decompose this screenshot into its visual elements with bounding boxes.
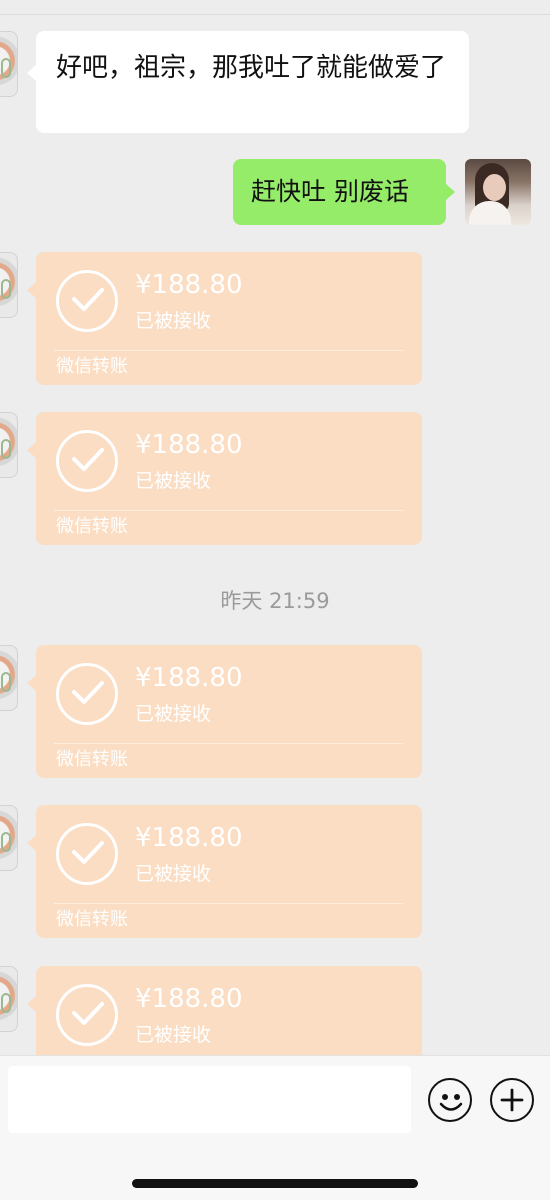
- transfer-amount: ¥188.80: [135, 823, 243, 853]
- received-message-bubble[interactable]: 好吧，祖宗，那我吐了就能做爱了: [27, 31, 469, 133]
- transfer-service-label: 微信转账: [56, 516, 128, 537]
- transfer-divider: [54, 743, 404, 744]
- transfer-status: 已被接收: [135, 470, 212, 492]
- message-timestamp: 昨天 21:59: [220, 589, 330, 613]
- checkmark-icon: [72, 288, 104, 311]
- transfer-divider: [54, 350, 404, 351]
- checkmark-icon: [72, 448, 104, 471]
- top-divider: [0, 14, 550, 15]
- transfer-service-label: 微信转账: [56, 909, 128, 930]
- check-circle-icon: [56, 663, 118, 725]
- transfer-status: 已被接收: [135, 863, 212, 885]
- transfer-card[interactable]: ¥188.80 已被接收 微信转账: [27, 805, 422, 938]
- transfer-card[interactable]: ¥188.80 已被接收: [27, 966, 422, 1055]
- sent-message-text: 赶快吐 别废话: [251, 177, 409, 206]
- transfer-amount: ¥188.80: [135, 663, 243, 693]
- transfer-amount: ¥188.80: [135, 430, 243, 460]
- check-circle-icon: [56, 270, 118, 332]
- sent-message-bubble[interactable]: 赶快吐 别废话: [233, 159, 455, 225]
- transfer-status: 已被接收: [135, 1024, 212, 1046]
- transfer-amount: ¥188.80: [135, 270, 243, 300]
- checkmark-icon: [72, 1002, 104, 1025]
- transfer-amount: ¥188.80: [135, 984, 243, 1014]
- home-indicator[interactable]: [132, 1179, 418, 1188]
- checkmark-icon: [72, 681, 104, 704]
- avatar-face: [483, 174, 506, 201]
- contact-avatar[interactable]: [0, 966, 18, 1032]
- contact-avatar[interactable]: [0, 412, 18, 478]
- transfer-service-label: 微信转账: [56, 749, 128, 770]
- received-message-text: 好吧，祖宗，那我吐了就能做爱了: [56, 53, 447, 83]
- transfer-status: 已被接收: [135, 703, 212, 725]
- check-circle-icon: [56, 984, 118, 1046]
- transfer-card[interactable]: ¥188.80 已被接收 微信转账: [27, 645, 422, 778]
- check-circle-icon: [56, 430, 118, 492]
- contact-avatar[interactable]: [0, 645, 18, 711]
- transfer-service-label: 微信转账: [56, 356, 128, 377]
- chat-history[interactable]: 好吧，祖宗，那我吐了就能做爱了 赶快吐 别废话 ¥188.80 已被接收 微信转…: [0, 0, 550, 1055]
- message-composer: [0, 1055, 550, 1200]
- transfer-status: 已被接收: [135, 310, 212, 332]
- transfer-card[interactable]: ¥188.80 已被接收 微信转账: [27, 412, 422, 545]
- check-circle-icon: [56, 823, 118, 885]
- checkmark-icon: [72, 841, 104, 864]
- plus-circle-icon[interactable]: [490, 1078, 534, 1122]
- smiley-icon-graphic: [439, 1094, 463, 1111]
- contact-avatar[interactable]: [0, 805, 18, 871]
- contact-avatar[interactable]: [0, 31, 18, 97]
- transfer-divider: [54, 510, 404, 511]
- transfer-divider: [54, 903, 404, 904]
- plus-icon-graphic: [500, 1088, 524, 1112]
- user-avatar[interactable]: [465, 159, 531, 225]
- message-input[interactable]: [8, 1066, 411, 1133]
- contact-avatar[interactable]: [0, 252, 18, 318]
- smiley-icon[interactable]: [428, 1078, 472, 1122]
- transfer-card[interactable]: ¥188.80 已被接收 微信转账: [27, 252, 422, 385]
